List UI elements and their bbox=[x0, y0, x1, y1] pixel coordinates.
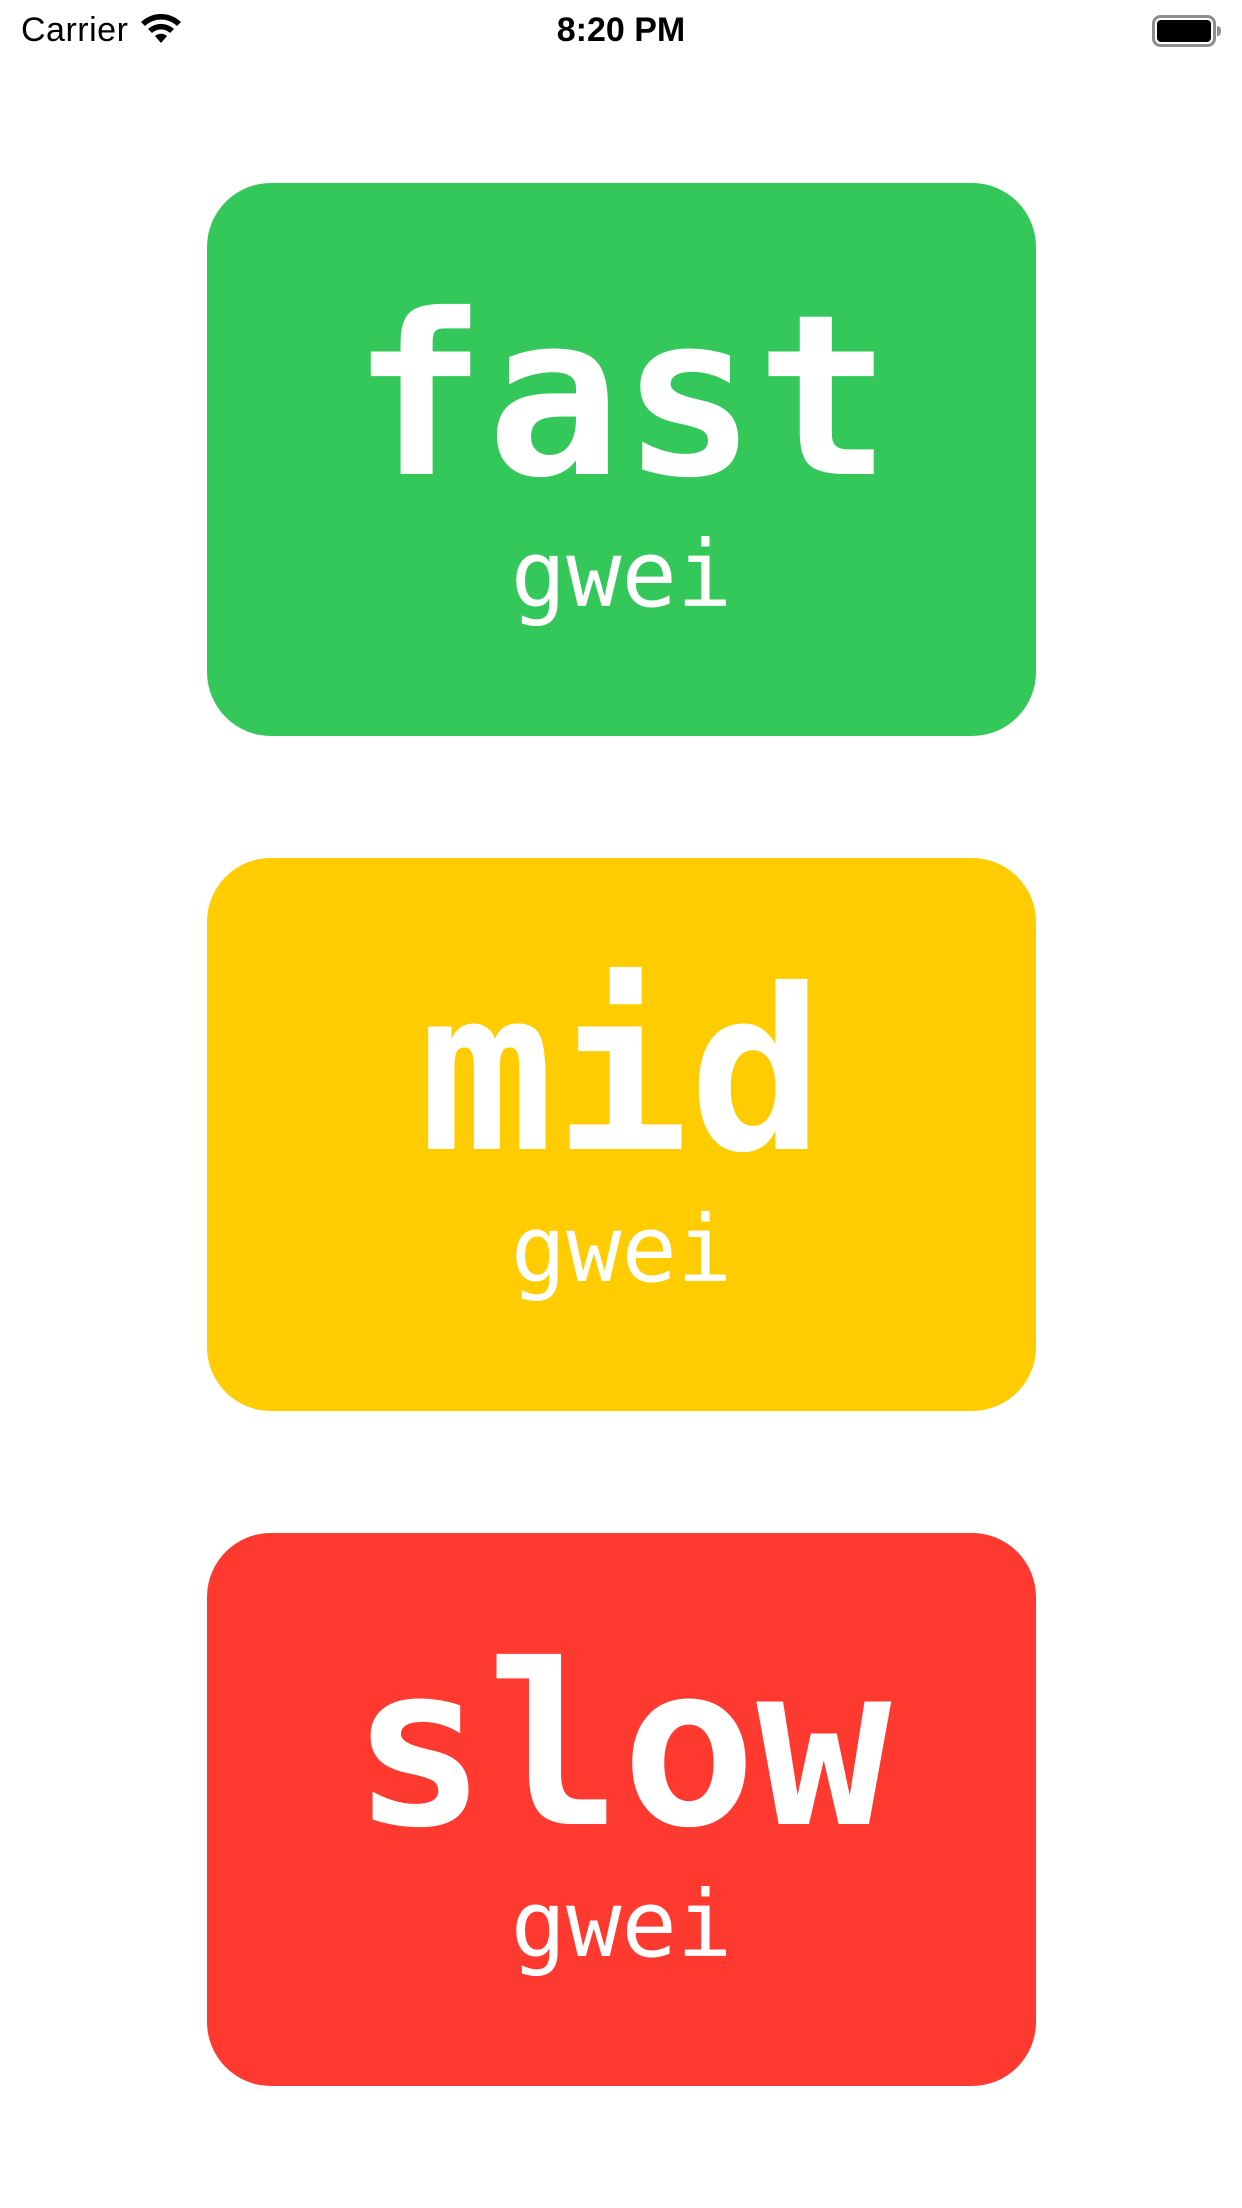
status-time: 8:20 PM bbox=[556, 11, 686, 49]
battery-icon bbox=[1152, 15, 1221, 47]
mid-unit: gwei bbox=[510, 1196, 733, 1303]
fast-gas-card[interactable]: fast gwei bbox=[207, 183, 1036, 736]
slow-gas-card[interactable]: slow gwei bbox=[207, 1533, 1036, 2086]
mid-gas-card[interactable]: mid gwei bbox=[207, 858, 1036, 1411]
status-bar: Carrier 8:20 PM bbox=[0, 0, 1242, 60]
fast-unit: gwei bbox=[510, 521, 733, 628]
fast-label: fast bbox=[351, 266, 892, 527]
slow-unit: gwei bbox=[510, 1871, 733, 1978]
mid-label: mid bbox=[419, 941, 824, 1202]
slow-label: slow bbox=[351, 1616, 892, 1877]
